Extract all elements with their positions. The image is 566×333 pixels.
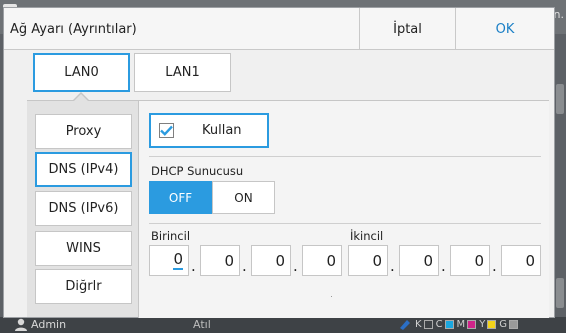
ink-m-label: M — [456, 318, 466, 330]
ok-button[interactable]: OK — [456, 8, 554, 50]
user-icon — [15, 318, 27, 331]
sidebar-item-dns-ipv4[interactable]: DNS (IPv4) — [35, 152, 132, 187]
primary-octet-4[interactable]: 0 — [302, 245, 342, 276]
cancel-button[interactable]: İptal — [360, 8, 455, 50]
status-bar: Admin Atıl K C M Y G — [0, 317, 566, 333]
secondary-octet-1[interactable]: 0 — [348, 245, 388, 276]
ink-k: K — [415, 319, 433, 330]
ink-levels: K C M Y G — [398, 318, 519, 330]
dns-ipv4-content: Kullan DHCP Sunucusu OFF ON Birincil 0 .… — [139, 101, 549, 318]
tab-pointer-inner — [74, 94, 88, 101]
octet-dot: . — [441, 257, 446, 275]
octet-dot: . — [390, 257, 395, 275]
status-user: Admin — [14, 318, 66, 331]
octet-dot: . — [492, 257, 497, 275]
ink-k-label: K — [415, 318, 422, 330]
ink-y-label: Y — [479, 318, 486, 330]
network-settings-dialog: Ağ Ayarı (Ayrıntılar) İptal OK LAN0 LAN1… — [3, 7, 555, 318]
checkbox-box[interactable] — [159, 123, 174, 138]
dhcp-off-toggle[interactable]: OFF — [149, 181, 212, 214]
primary-octet-3[interactable]: 0 — [251, 245, 291, 276]
use-checkbox[interactable]: Kullan — [149, 113, 269, 148]
background-scroll-up — [556, 84, 564, 114]
dialog-header: Ağ Ayarı (Ayrıntılar) İptal OK — [4, 8, 554, 50]
ink-m: M — [457, 319, 477, 330]
dhcp-on-toggle[interactable]: ON — [212, 181, 275, 214]
ink-g-box — [509, 319, 519, 329]
sidebar-item-dns-ipv6[interactable]: DNS (IPv6) — [35, 191, 132, 226]
sidebar-item-wins[interactable]: WINS — [35, 231, 132, 266]
octet-dot: . — [191, 257, 196, 275]
ink-g-label: G — [499, 318, 508, 330]
dialog-title: Ağ Ayarı (Ayrıntılar) — [10, 22, 137, 37]
primary-octet-2[interactable]: 0 — [200, 245, 240, 276]
secondary-octet-3[interactable]: 0 — [450, 245, 490, 276]
ink-c: C — [436, 319, 454, 330]
background-corner-text: n. — [553, 8, 564, 21]
dhcp-label: DHCP Sunucusu — [151, 164, 244, 178]
octet-dot: . — [242, 257, 247, 275]
settings-panel: Proxy DNS (IPv4) DNS (IPv6) WINS Diğrlr … — [27, 100, 549, 318]
tab-lan0[interactable]: LAN0 — [33, 53, 130, 92]
sidebar-item-other[interactable]: Diğrlr — [35, 269, 132, 304]
status-mode: Atıl — [193, 318, 211, 331]
decorative-dot — [331, 296, 332, 297]
primary-dns-label: Birincil — [151, 229, 191, 243]
ink-c-box — [444, 319, 454, 329]
checkmark-icon — [160, 125, 173, 136]
ink-m-box — [467, 319, 477, 329]
sidebar-item-proxy[interactable]: Proxy — [35, 114, 132, 149]
ink-drop-icon — [400, 320, 410, 330]
use-checkbox-label: Kullan — [202, 123, 242, 138]
status-user-name: Admin — [31, 318, 67, 331]
ink-k-box — [423, 319, 433, 329]
tab-lan1[interactable]: LAN1 — [134, 53, 231, 92]
secondary-dns-label: İkincil — [350, 229, 384, 243]
section-divider — [149, 156, 541, 157]
primary-octet-1-value: 0 — [173, 250, 183, 270]
ink-c-label: C — [435, 318, 443, 330]
ink-y: Y — [479, 318, 497, 330]
section-divider — [149, 223, 541, 224]
secondary-octet-2[interactable]: 0 — [399, 245, 439, 276]
octet-dot: . — [293, 257, 298, 275]
ink-y-box — [487, 319, 497, 329]
ink-g: G — [499, 318, 519, 330]
secondary-octet-4[interactable]: 0 — [501, 245, 541, 276]
primary-octet-1[interactable]: 0 — [149, 245, 189, 276]
background-scroll-down — [556, 278, 564, 308]
